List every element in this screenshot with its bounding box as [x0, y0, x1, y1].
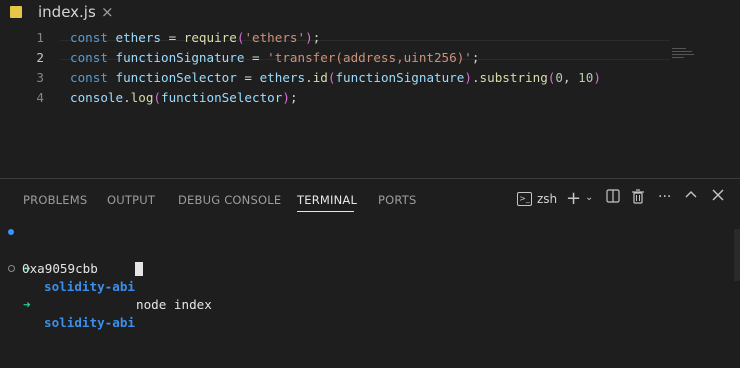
code-token: 0: [555, 70, 563, 85]
prompt-directory: solidity-abi: [44, 315, 135, 330]
code-token: ;: [289, 90, 298, 105]
close-tab-icon[interactable]: ×: [101, 3, 114, 21]
code-token: const: [70, 50, 108, 65]
prompt-directory: solidity-abi: [44, 279, 135, 294]
code-token: id: [312, 70, 328, 85]
code-token: .: [471, 70, 480, 85]
minimap[interactable]: [672, 48, 694, 58]
code-token: functionSignature: [115, 50, 245, 65]
terminal-line-output: 0xa9059cbb: [0, 242, 740, 276]
terminal-command: node index: [136, 297, 212, 312]
code-token: 'ethers': [244, 30, 306, 45]
terminal-line-command: ➜ solidity-abi node index: [0, 224, 740, 312]
code-text: console.log(functionSelector);: [70, 88, 298, 108]
code-token: ;: [471, 50, 480, 65]
code-token: =: [236, 70, 260, 85]
command-decoration-icon[interactable]: [8, 229, 14, 235]
code-token: =: [161, 30, 184, 45]
terminal-scrollbar[interactable]: [734, 229, 740, 281]
code-token: ): [305, 30, 313, 45]
code-editor[interactable]: 1 const ethers = require('ethers'); 2 const…: [0, 26, 740, 174]
plus-icon[interactable]: +: [566, 188, 581, 209]
code-text: const functionSelector = ethers.id(funct…: [70, 68, 601, 88]
code-line[interactable]: 4 console.log(functionSelector);: [0, 88, 740, 108]
code-token: const: [70, 30, 108, 45]
line-number: 1: [36, 30, 44, 45]
bottom-panel: PROBLEMS OUTPUT DEBUG CONSOLE TERMINAL P…: [0, 178, 740, 330]
code-token: ethers: [259, 70, 306, 85]
code-token: ;: [312, 30, 321, 45]
active-tab-underline: [297, 211, 354, 212]
code-line[interactable]: 3 const functionSelector = ethers.id(func…: [0, 68, 740, 88]
code-token: functionSelector: [115, 70, 237, 85]
code-token: 'transfer(address,uint256)': [267, 50, 472, 65]
trash-icon[interactable]: [631, 189, 645, 208]
code-token: require: [183, 30, 237, 45]
code-text: const ethers = require('ethers');: [70, 28, 320, 48]
line-number: 4: [36, 90, 44, 105]
tab-debug-console[interactable]: DEBUG CONSOLE: [178, 193, 281, 207]
code-token: substring: [479, 70, 548, 85]
code-token: functionSignature: [335, 70, 465, 85]
code-token: ): [593, 70, 601, 85]
command-decoration-icon[interactable]: [8, 265, 15, 272]
code-line[interactable]: 1 const ethers = require('ethers');: [0, 28, 740, 48]
file-tab-label: index.js: [38, 3, 96, 21]
tab-problems[interactable]: PROBLEMS: [23, 193, 87, 207]
code-token: =: [244, 50, 268, 65]
code-token: 10: [578, 70, 594, 85]
split-icon[interactable]: [606, 189, 620, 207]
code-token: ethers: [115, 30, 162, 45]
code-token: ): [282, 90, 290, 105]
tab-terminal[interactable]: TERMINAL: [297, 193, 357, 207]
tab-output[interactable]: OUTPUT: [107, 193, 155, 207]
close-icon[interactable]: [712, 189, 724, 205]
code-token: const: [70, 70, 108, 85]
line-number: 2: [36, 50, 44, 65]
code-token: .: [305, 70, 313, 85]
code-token: ): [464, 70, 472, 85]
chevron-up-icon[interactable]: [685, 189, 697, 205]
chevron-down-icon[interactable]: ⌄: [585, 192, 593, 203]
code-token: (: [153, 90, 162, 105]
terminal-icon[interactable]: >_: [517, 192, 532, 206]
line-number: 3: [36, 70, 44, 85]
shell-name[interactable]: zsh: [537, 192, 557, 206]
code-token: ,: [562, 70, 579, 85]
code-text: const functionSignature = 'transfer(addr…: [70, 48, 479, 68]
more-icon[interactable]: ···: [658, 189, 671, 205]
code-token: log: [130, 90, 154, 105]
javascript-file-icon: [10, 6, 22, 18]
code-line[interactable]: 2 const functionSignature = 'transfer(add…: [0, 48, 740, 68]
code-token: functionSelector: [161, 90, 283, 105]
code-token: .: [123, 90, 131, 105]
terminal-line-prompt[interactable]: ➜ solidity-abi: [0, 260, 740, 330]
code-token: console: [70, 90, 124, 105]
editor-tab-bar: index.js ×: [0, 0, 740, 26]
terminal-cursor: [135, 262, 143, 276]
tab-ports[interactable]: PORTS: [378, 193, 416, 207]
prompt-arrow: ➜: [23, 297, 31, 312]
